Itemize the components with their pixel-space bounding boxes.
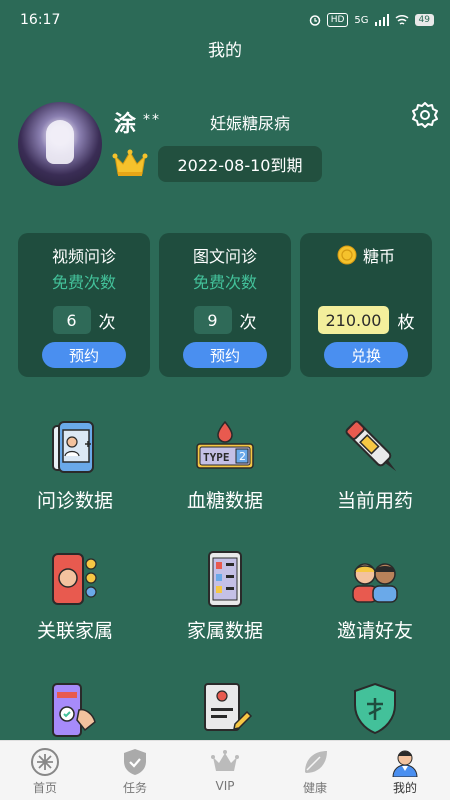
grid-label: 血糖数据 <box>186 490 263 512</box>
condition-label: 妊娠糖尿病 <box>210 114 291 133</box>
type-badge-number: 2 <box>239 450 246 463</box>
grid-label: 邀请好友 <box>336 620 413 642</box>
page-title: 我的 <box>208 41 242 61</box>
settings-button[interactable] <box>410 100 440 130</box>
avatar-figure <box>46 120 74 164</box>
invite-friends-icon <box>352 563 398 603</box>
nav-label: VIP <box>215 779 235 793</box>
video-consult-title: 视频问诊 <box>51 247 116 266</box>
nav-label: 健康 <box>302 781 327 795</box>
coins-count: 210.00 <box>317 306 390 334</box>
video-consult-card: 视频问诊 免费次数 6 次 预约 <box>18 233 150 377</box>
status-icons: HD 5G 49 <box>309 13 434 27</box>
alarm-icon <box>309 15 320 26</box>
grid-blood-sugar[interactable]: TYPE 2 血糖数据 <box>150 420 300 530</box>
grid-label: 关联家属 <box>36 620 113 642</box>
type-badge-text: TYPE <box>203 451 230 464</box>
video-count-unit: 次 <box>98 312 116 333</box>
nav-label: 任务 <box>122 781 147 795</box>
wifi-icon <box>395 14 409 25</box>
family-data-icon <box>208 551 242 607</box>
coin-icon <box>337 245 357 265</box>
nav-label: 我的 <box>392 781 417 795</box>
avatar[interactable] <box>18 102 102 186</box>
task-icon <box>124 749 146 775</box>
video-count: 6 <box>52 306 91 334</box>
grid-invite-friends[interactable]: 邀请好友 <box>300 550 450 660</box>
text-count: 9 <box>193 306 232 334</box>
coins-title: 糖币 <box>362 247 395 266</box>
network-label: 5G <box>354 14 369 26</box>
gear-icon <box>412 102 438 128</box>
nav-mine[interactable]: 我的 <box>360 741 450 800</box>
grid-current-medication[interactable]: 当前用药 <box>300 420 450 530</box>
nav-vip[interactable]: VIP <box>180 741 270 800</box>
resume-icon <box>204 683 253 731</box>
video-free-label: 免费次数 <box>51 273 116 292</box>
text-consult-card: 图文问诊 免费次数 9 次 预约 <box>159 233 291 377</box>
crown-icon <box>112 149 148 176</box>
family-link-icon <box>52 553 97 605</box>
hd-icon: HD <box>326 13 349 27</box>
insulin-pen-icon <box>345 420 397 472</box>
grid-family-link[interactable]: 关联家属 <box>0 550 150 660</box>
user-name: 涂 <box>114 112 137 137</box>
grid-family-data[interactable]: 家属数据 <box>150 550 300 660</box>
text-book-button[interactable]: 预约 <box>183 342 267 368</box>
nav-home[interactable]: 首页 <box>0 741 90 800</box>
user-name-mask: ** <box>143 112 161 128</box>
video-book-button[interactable]: 预约 <box>42 342 126 368</box>
vip-expire-badge: 2022-08-10到期 <box>158 146 322 182</box>
vip-crown-icon <box>211 750 239 771</box>
battery-icon: 49 <box>414 14 434 26</box>
signal-icon <box>374 14 389 26</box>
home-icon <box>31 748 59 776</box>
doctor-avatar-icon <box>392 750 418 777</box>
leaf-icon <box>305 751 327 773</box>
grid-label: 问诊数据 <box>36 490 113 512</box>
grid-consult-data[interactable]: 问诊数据 <box>0 420 150 530</box>
grid-label: 家属数据 <box>186 620 263 642</box>
status-time: 16:17 <box>20 12 61 28</box>
nav-health[interactable]: 健康 <box>270 741 360 800</box>
coins-card: 糖币 210.00 枚 兑换 <box>300 233 432 377</box>
text-consult-title: 图文问诊 <box>192 247 257 266</box>
text-count-unit: 次 <box>239 312 257 333</box>
shield-icon <box>354 682 396 735</box>
consult-data-icon <box>52 421 94 473</box>
blood-sugar-icon: TYPE 2 <box>196 420 254 469</box>
bottom-nav: 首页 任务 VIP 健康 我的 <box>0 740 450 800</box>
text-free-label: 免费次数 <box>192 273 257 292</box>
grid-label: 当前用药 <box>336 490 413 512</box>
nav-task[interactable]: 任务 <box>90 741 180 800</box>
coins-exchange-button[interactable]: 兑换 <box>324 342 408 368</box>
phone-tap-icon <box>52 683 96 737</box>
nav-label: 首页 <box>32 781 57 795</box>
coins-unit: 枚 <box>397 312 415 333</box>
status-bar: 16:17 HD 5G 49 <box>0 0 450 40</box>
